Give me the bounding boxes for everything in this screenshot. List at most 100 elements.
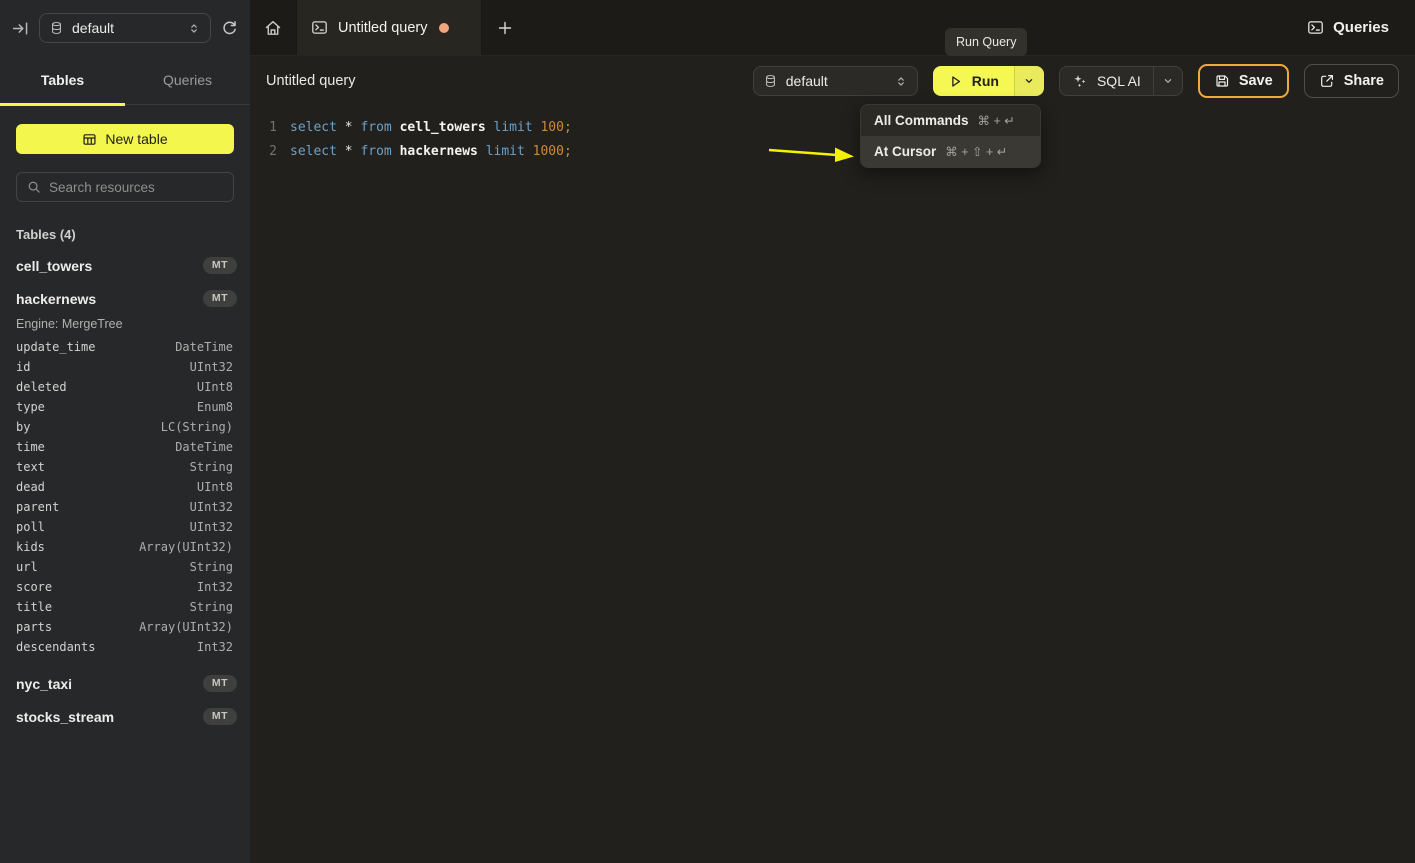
refresh-icon bbox=[221, 20, 238, 37]
column-type: UInt8 bbox=[197, 480, 233, 494]
column-type: String bbox=[190, 600, 233, 614]
column-type: String bbox=[190, 460, 233, 474]
code-token: select bbox=[290, 120, 337, 135]
code-token: hackernews bbox=[392, 144, 486, 159]
run-button[interactable]: Run bbox=[933, 66, 1014, 96]
code-token: from bbox=[360, 144, 391, 159]
code-token: from bbox=[360, 120, 391, 135]
column-row: by LC(String) bbox=[0, 417, 250, 437]
queries-label: Queries bbox=[1333, 19, 1389, 36]
engine-label: Engine: MergeTree bbox=[16, 317, 250, 331]
chevron-down-icon bbox=[1023, 75, 1035, 87]
sql-ai-label: SQL AI bbox=[1097, 73, 1141, 89]
save-button[interactable]: Save bbox=[1198, 64, 1289, 98]
plus-icon bbox=[497, 20, 513, 36]
terminal-icon bbox=[311, 19, 328, 36]
engine-badge: MT bbox=[203, 257, 237, 274]
menu-item-at-cursor[interactable]: At Cursor ⌘ + ⇧ + ↵ bbox=[861, 136, 1040, 167]
new-table-label: New table bbox=[105, 131, 167, 147]
column-name: time bbox=[16, 440, 45, 454]
column-name: update_time bbox=[16, 340, 95, 354]
search-input[interactable] bbox=[49, 180, 226, 195]
sidebar-tab-queries[interactable]: Queries bbox=[125, 56, 250, 104]
code-token: * bbox=[337, 120, 360, 135]
refresh-button[interactable] bbox=[221, 20, 238, 37]
column-type: LC(String) bbox=[161, 420, 233, 434]
engine-badge: MT bbox=[203, 675, 237, 692]
run-options-button[interactable] bbox=[1014, 66, 1044, 96]
toolbar-database-value: default bbox=[786, 73, 886, 89]
column-type: Int32 bbox=[197, 580, 233, 594]
column-name: url bbox=[16, 560, 38, 574]
sidebar-tab-tables[interactable]: Tables bbox=[0, 56, 125, 104]
column-type: UInt8 bbox=[197, 380, 233, 394]
collapse-sidebar-button[interactable] bbox=[12, 20, 29, 37]
share-label: Share bbox=[1344, 73, 1384, 89]
unsaved-dot bbox=[439, 23, 449, 33]
sql-editor[interactable]: 1 select * from cell_towers limit 100; 2… bbox=[250, 106, 1415, 164]
new-tab-button[interactable] bbox=[482, 0, 528, 55]
queries-button[interactable]: Queries bbox=[1295, 0, 1415, 55]
table-row-hackernews[interactable]: hackernews MT bbox=[0, 282, 250, 315]
code-text: select * from hackernews limit 1000; bbox=[290, 140, 572, 164]
topbar-database-selector[interactable]: default bbox=[39, 13, 211, 43]
column-row: parentUInt32 bbox=[0, 497, 250, 517]
column-name: by bbox=[16, 420, 30, 434]
column-type: UInt32 bbox=[190, 360, 233, 374]
topbar-spacer bbox=[528, 0, 1295, 55]
topbar-database-value: default bbox=[72, 20, 179, 36]
menu-item-all-commands[interactable]: All Commands ⌘ + ↵ bbox=[861, 105, 1040, 136]
home-icon bbox=[264, 19, 282, 37]
column-type: DateTime bbox=[175, 340, 233, 354]
run-query-tooltip: Run Query bbox=[945, 28, 1027, 56]
play-icon bbox=[948, 74, 963, 89]
tab-untitled-query[interactable]: Untitled query bbox=[296, 0, 482, 55]
table-name: cell_towers bbox=[16, 258, 92, 274]
sparkles-icon bbox=[1072, 73, 1088, 89]
sql-ai-button[interactable]: SQL AI bbox=[1060, 67, 1153, 95]
sidebar: Tables Queries New table Tables (4) bbox=[0, 56, 250, 863]
sql-ai-options-button[interactable] bbox=[1153, 67, 1182, 95]
sidebar-tabs: Tables Queries bbox=[0, 56, 250, 105]
menu-item-label: All Commands bbox=[874, 113, 969, 128]
editor-toolbar: Untitled query default bbox=[250, 56, 1415, 106]
column-type: Array(UInt32) bbox=[139, 540, 233, 554]
tab-bar: Untitled query Queries bbox=[250, 0, 1415, 56]
column-type: UInt32 bbox=[190, 500, 233, 514]
sidebar-body: New table bbox=[0, 105, 250, 202]
table-row-stocks-stream[interactable]: stocks_stream MT bbox=[0, 700, 250, 733]
column-list: update_timeDateTime idUInt32 deletedUInt… bbox=[0, 337, 250, 657]
toolbar-controls: default Run bbox=[753, 64, 1399, 98]
toolbar-database-selector[interactable]: default bbox=[753, 66, 918, 96]
code-token: limit bbox=[486, 144, 525, 159]
column-type: Int32 bbox=[197, 640, 233, 654]
menu-item-shortcut: ⌘ + ↵ bbox=[978, 113, 1015, 128]
engine-badge: MT bbox=[203, 290, 237, 307]
column-row: partsArray(UInt32) bbox=[0, 617, 250, 637]
queries-icon bbox=[1307, 19, 1324, 36]
column-row: type Enum8 bbox=[0, 397, 250, 417]
main-area: Untitled query default bbox=[250, 56, 1415, 863]
table-row-cell-towers[interactable]: cell_towers MT bbox=[0, 249, 250, 282]
new-table-button[interactable]: New table bbox=[16, 124, 234, 154]
column-type: String bbox=[190, 560, 233, 574]
share-button[interactable]: Share bbox=[1304, 64, 1399, 98]
external-link-icon bbox=[1319, 73, 1335, 89]
table-row-nyc-taxi[interactable]: nyc_taxi MT bbox=[0, 667, 250, 700]
run-label: Run bbox=[972, 73, 999, 89]
home-button[interactable] bbox=[250, 0, 296, 55]
column-name: score bbox=[16, 580, 52, 594]
query-title: Untitled query bbox=[266, 73, 355, 89]
column-name: id bbox=[16, 360, 30, 374]
code-token: * bbox=[337, 144, 360, 159]
run-split-button: Run bbox=[933, 66, 1044, 96]
column-type: Enum8 bbox=[197, 400, 233, 414]
line-number: 2 bbox=[250, 140, 290, 164]
sql-ai-split-button: SQL AI bbox=[1059, 66, 1183, 96]
chevron-down-icon bbox=[1162, 75, 1174, 87]
code-line-2: 2 select * from hackernews limit 1000; bbox=[250, 140, 1415, 164]
code-line-1: 1 select * from cell_towers limit 100; bbox=[250, 116, 1415, 140]
column-name: type bbox=[16, 400, 45, 414]
column-name: descendants bbox=[16, 640, 95, 654]
tables-section-title: Tables (4) bbox=[16, 227, 250, 242]
